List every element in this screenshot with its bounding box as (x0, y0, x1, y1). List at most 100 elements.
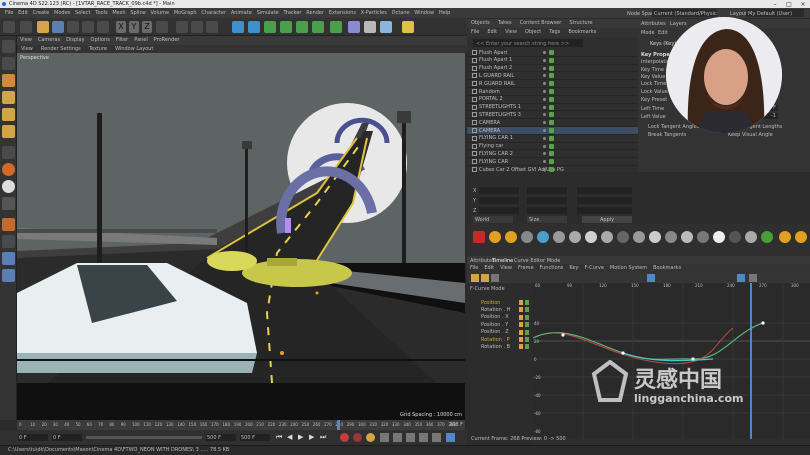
tab-structure[interactable]: Structure (565, 19, 596, 28)
render-view-icon[interactable] (176, 21, 188, 33)
material-swatch[interactable] (617, 231, 629, 243)
menu-edit[interactable]: Edit (16, 8, 30, 18)
deformer-icon[interactable] (312, 21, 324, 33)
x-axis-icon[interactable]: X (116, 21, 126, 33)
material-swatch[interactable] (713, 231, 725, 243)
track-row[interactable]: Rotation . H (475, 306, 530, 313)
material-swatch[interactable] (569, 231, 581, 243)
menu-modes[interactable]: Modes (52, 8, 73, 18)
object-row[interactable]: PORTAL 2 (467, 96, 638, 104)
viewport-menu-display[interactable]: Display (63, 36, 87, 45)
enabled-check-icon[interactable] (549, 151, 554, 157)
timeline-menu-bookmarks[interactable]: Bookmarks (650, 264, 684, 273)
material-swatch[interactable] (505, 231, 517, 243)
timeline-menu-edit[interactable]: Edit (481, 264, 497, 273)
tab-curve-editor[interactable]: Curve Editor Mode (514, 258, 560, 264)
object-row[interactable]: STREETLIGHTS 3 (467, 111, 638, 120)
enabled-check-icon[interactable] (549, 159, 554, 165)
menu-select[interactable]: Select (73, 8, 93, 18)
object-menu-view[interactable]: View (501, 28, 521, 37)
coord-y-field[interactable] (479, 197, 519, 204)
menu-simulate[interactable]: Simulate (254, 8, 281, 18)
object-row[interactable]: Flying car (467, 143, 638, 151)
menu-mograph[interactable]: MoGraph (171, 8, 199, 18)
step-forward-icon[interactable]: ▶ (309, 433, 314, 441)
timeline-ruler[interactable]: 0 10 20 30 40 50 60 70 80 90 100 110 120 130 140 150 160… (17, 420, 465, 430)
viewport-menu-view[interactable]: View (17, 36, 35, 45)
material-swatch[interactable] (649, 231, 661, 243)
texture-mode-icon[interactable] (2, 74, 15, 87)
parameter-key-icon[interactable] (419, 433, 428, 442)
visibility-dot-icon[interactable] (543, 51, 546, 54)
layout-select[interactable]: My Default (User) (746, 9, 804, 17)
current-frame-field[interactable]: 268 F (449, 422, 463, 428)
visibility-dot-icon[interactable] (543, 144, 546, 148)
menu-mode[interactable]: Mode (641, 30, 655, 36)
make-editable-icon[interactable] (2, 40, 15, 53)
visibility-dot-icon[interactable] (543, 113, 546, 117)
z-axis-icon[interactable]: Z (142, 21, 152, 33)
visibility-dot-icon[interactable] (543, 82, 546, 86)
object-menu-edit[interactable]: Edit (483, 28, 501, 37)
viewport-menu-options[interactable]: Options (88, 36, 113, 45)
enabled-check-icon[interactable] (549, 120, 554, 126)
enabled-check-icon[interactable] (549, 73, 554, 79)
recent-tools-icon[interactable] (97, 21, 109, 33)
scale-key-icon[interactable] (393, 433, 402, 442)
max-frame-field[interactable]: 500 F (240, 434, 270, 441)
viewport-solo-icon[interactable] (2, 252, 15, 265)
menu-x-particles[interactable]: X-Particles (358, 8, 389, 18)
track-row[interactable]: Rotation . P (475, 336, 530, 343)
polygons-mode-icon[interactable] (2, 125, 15, 138)
material-swatch[interactable] (585, 231, 597, 243)
visibility-dot-icon[interactable] (543, 136, 546, 140)
enabled-check-icon[interactable] (549, 65, 554, 71)
track-row[interactable]: Position . Y (475, 321, 530, 328)
object-row[interactable]: Random (467, 88, 638, 96)
material-swatch[interactable] (681, 231, 693, 243)
object-menu-tags[interactable]: Tags (545, 28, 564, 37)
object-row[interactable]: STREETLIGHTS 1 (467, 104, 638, 112)
size-y-field[interactable] (527, 197, 567, 204)
track-enable-icon[interactable] (525, 337, 529, 342)
cube-icon[interactable] (232, 21, 244, 33)
object-row[interactable]: FLYING CAR 1 (467, 135, 638, 143)
track-enable-icon[interactable] (525, 329, 529, 335)
enabled-check-icon[interactable] (549, 81, 554, 87)
enabled-check-icon[interactable] (549, 104, 554, 110)
world-select[interactable]: World (473, 216, 513, 223)
viewport-menu-cameras[interactable]: Cameras (35, 36, 63, 45)
object-menu-bookmarks[interactable]: Bookmarks (564, 28, 600, 37)
menu-octane[interactable]: Octane (389, 8, 412, 18)
timeline-menu-frame[interactable]: Frame (515, 264, 537, 273)
undo-icon[interactable] (3, 21, 15, 33)
size-select[interactable]: Size (527, 216, 567, 223)
tab-layers[interactable]: Layers (670, 21, 687, 27)
timeline-menu-file[interactable]: File (467, 264, 481, 273)
material-swatch[interactable] (601, 231, 613, 243)
rotate-icon[interactable] (82, 21, 94, 33)
field-icon[interactable] (348, 21, 360, 33)
rot-b-field[interactable] (577, 207, 632, 214)
menu-tools[interactable]: Tools (93, 8, 110, 18)
material-swatch[interactable] (779, 231, 791, 243)
viewport-tab-texture[interactable]: Texture (85, 45, 111, 53)
viewport-menu-prorender[interactable]: ProRender (151, 36, 183, 45)
enabled-check-icon[interactable] (549, 128, 554, 133)
paint-icon[interactable] (2, 235, 15, 248)
material-swatch[interactable] (473, 231, 485, 243)
menu-extensions[interactable]: Extensions (326, 8, 358, 18)
object-menu-object[interactable]: Object (521, 28, 545, 37)
position-key-icon[interactable] (380, 433, 389, 442)
key-mode-icon[interactable] (471, 274, 479, 282)
frame-selected-icon[interactable] (749, 274, 757, 282)
tab-content-browser[interactable]: Content Browser (516, 19, 566, 28)
timeline-menu-motion-system[interactable]: Motion System (607, 264, 650, 273)
visibility-dot-icon[interactable] (543, 152, 546, 156)
frame-all-icon[interactable] (737, 274, 745, 282)
interpolation-icon[interactable] (446, 433, 455, 442)
visibility-dot-icon[interactable] (543, 129, 546, 132)
viewport-menu-filter[interactable]: Filter (113, 36, 131, 45)
floor-icon[interactable] (364, 21, 376, 33)
effector-icon[interactable] (330, 21, 342, 33)
